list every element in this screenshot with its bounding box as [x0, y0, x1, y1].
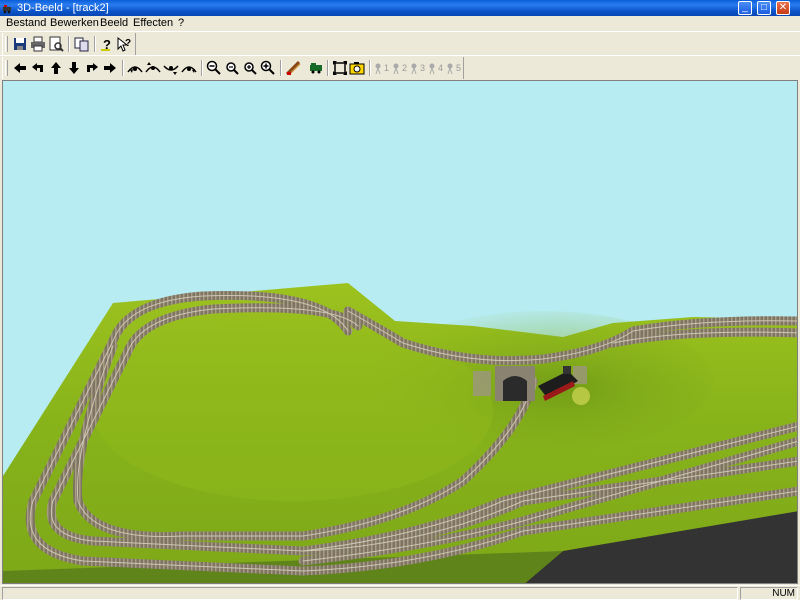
toolbar-separator	[201, 60, 203, 76]
train-icon[interactable]	[308, 60, 324, 76]
zoom-in-icon[interactable]	[242, 60, 258, 76]
toolbar-separator	[369, 60, 371, 76]
tilt-icon-3[interactable]	[163, 60, 179, 76]
zoom-out-small-icon[interactable]	[224, 60, 240, 76]
fit-view-icon[interactable]	[332, 60, 348, 76]
camera-2-label[interactable]: 2	[402, 63, 407, 73]
rotate-right-icon[interactable]	[84, 60, 100, 76]
close-button[interactable]: ✕	[776, 1, 790, 15]
camera-snapshot-icon[interactable]	[349, 60, 365, 76]
camera-position-icon[interactable]	[409, 60, 419, 76]
print-icon[interactable]	[30, 36, 46, 52]
menu-bestand[interactable]: Bestand	[6, 17, 46, 29]
zoom-out-icon[interactable]	[206, 60, 222, 76]
num-lock-text: NUM	[772, 588, 795, 599]
arrow-left-icon[interactable]	[12, 60, 28, 76]
status-message-pane	[2, 587, 738, 600]
tilt-icon-2[interactable]	[145, 60, 161, 76]
menu-beeld[interactable]: Beeld	[100, 17, 128, 29]
num-lock-indicator: NUM	[740, 587, 798, 600]
view-toolbar: 1 2 3 4 5	[2, 57, 464, 79]
minimize-button[interactable]: _	[738, 1, 752, 15]
3d-viewport[interactable]	[2, 80, 798, 584]
toolbar-row-2: 1 2 3 4 5	[0, 55, 800, 80]
app-icon	[3, 5, 11, 14]
arrow-up-icon[interactable]	[48, 60, 64, 76]
svg-text:?: ?	[125, 38, 131, 49]
toolbar-grip[interactable]	[5, 36, 8, 52]
save-icon[interactable]	[12, 36, 28, 52]
help-icon[interactable]: ?	[99, 36, 115, 52]
menu-bar: Bestand Bewerken Beeld Effecten ?	[0, 16, 800, 31]
zoom-in-large-icon[interactable]	[260, 60, 276, 76]
window-title: 3D-Beeld - [track2]	[17, 2, 109, 14]
camera-position-icon[interactable]	[427, 60, 437, 76]
camera-5-label[interactable]: 5	[456, 63, 461, 73]
toolbar-grip[interactable]	[5, 60, 8, 76]
context-help-icon[interactable]: ?	[116, 36, 132, 52]
menu-bewerken[interactable]: Bewerken	[50, 17, 99, 29]
app-window: 3D-Beeld - [track2] _ □ ✕ Bestand Bewerk…	[0, 0, 800, 600]
tilt-icon-4[interactable]	[181, 60, 197, 76]
menu-effecten[interactable]: Effecten	[133, 17, 173, 29]
toolbar-separator	[94, 36, 96, 52]
arrow-down-icon[interactable]	[66, 60, 82, 76]
menu-help[interactable]: ?	[178, 17, 184, 29]
camera-position-icon[interactable]	[391, 60, 401, 76]
print-preview-icon[interactable]	[48, 36, 64, 52]
camera-position-icon[interactable]	[373, 60, 383, 76]
3d-scene[interactable]	[3, 81, 798, 584]
arrow-right-icon[interactable]	[102, 60, 118, 76]
maximize-button[interactable]: □	[757, 1, 771, 15]
rotate-left-icon[interactable]	[30, 60, 46, 76]
camera-4-label[interactable]: 4	[438, 63, 443, 73]
camera-1-label[interactable]: 1	[384, 63, 389, 73]
toolbar-separator	[280, 60, 282, 76]
track-tool-icon[interactable]	[285, 60, 301, 76]
tilt-icon-1[interactable]	[127, 60, 143, 76]
camera-3-label[interactable]: 3	[420, 63, 425, 73]
copy-icon[interactable]	[74, 36, 90, 52]
standard-toolbar: ? ?	[2, 33, 136, 55]
toolbar-separator	[68, 36, 70, 52]
camera-position-icon[interactable]	[445, 60, 455, 76]
status-bar: NUM	[0, 585, 800, 600]
toolbar-separator	[327, 60, 329, 76]
toolbar-separator	[122, 60, 124, 76]
toolbar-row-1: ? ?	[0, 31, 800, 56]
title-bar: 3D-Beeld - [track2] _ □ ✕	[0, 0, 800, 16]
